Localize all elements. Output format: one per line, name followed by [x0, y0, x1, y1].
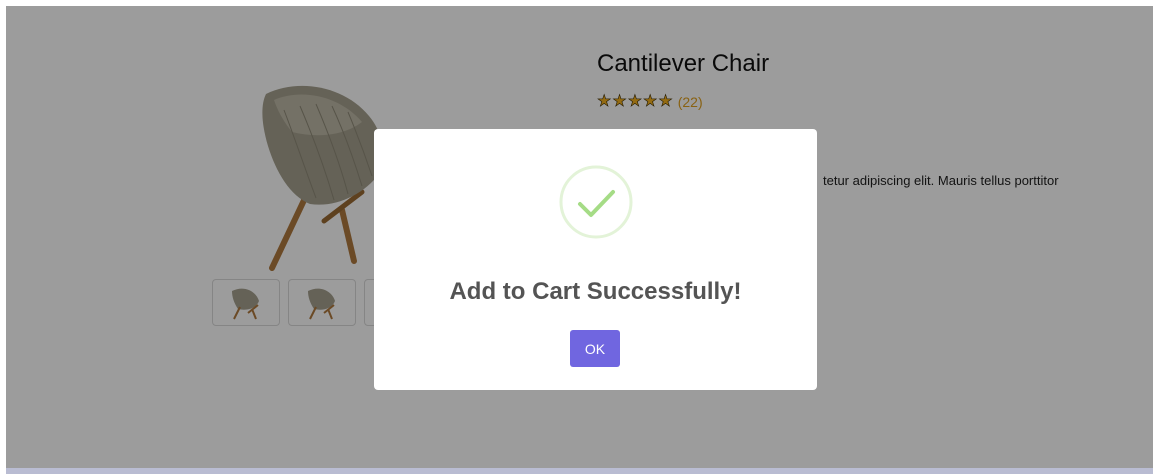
ok-button[interactable]: OK [570, 330, 620, 367]
dialog-title: Add to Cart Successfully! [449, 278, 742, 305]
success-dialog: Add to Cart Successfully! OK [374, 129, 817, 390]
footer-strip [6, 468, 1153, 474]
page: Cantilever Chair ★ ★ ★ ★ ★ (22) tetur ad… [0, 0, 1153, 474]
success-check-icon [559, 165, 633, 239]
